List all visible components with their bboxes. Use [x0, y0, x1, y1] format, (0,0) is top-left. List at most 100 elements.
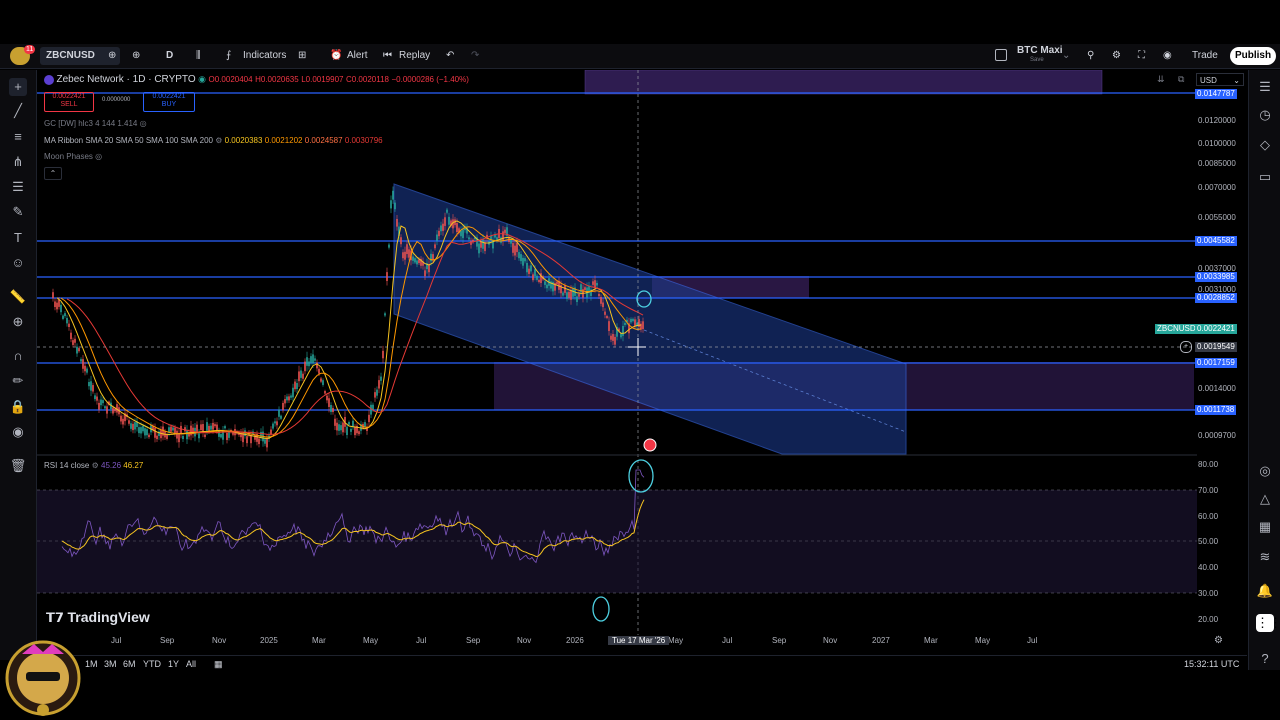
indicator-ma-ribbon[interactable]: MA Ribbon SMA 20 SMA 50 SMA 100 SMA 200 …	[44, 136, 383, 145]
notification-badge: 11	[24, 45, 36, 54]
publish-button[interactable]: Publish	[1230, 47, 1276, 65]
chevron-down-icon[interactable]: ⌄	[1062, 48, 1070, 64]
maximize-icon[interactable]: ⧉	[1178, 74, 1184, 85]
settings-icon[interactable]: ⚙	[215, 136, 222, 145]
fib-tool-icon[interactable]: ☰	[9, 178, 27, 196]
candle-body	[406, 244, 408, 255]
eye-icon[interactable]: ◎	[95, 152, 102, 161]
templates-icon[interactable]: ⊞	[298, 48, 306, 64]
ideas-icon[interactable]: △	[1256, 490, 1274, 508]
candle-body	[484, 242, 486, 252]
candle-body	[536, 275, 538, 280]
chart-canvas[interactable]	[37, 69, 1247, 655]
replay-button[interactable]: Replay	[399, 48, 430, 64]
watchlist-icon[interactable]: ☰	[1256, 78, 1274, 96]
buy-price: 0.0022421	[152, 93, 186, 100]
layout-icon[interactable]	[995, 49, 1007, 61]
event-marker-icon[interactable]	[643, 438, 657, 452]
crosshair-icon[interactable]: +	[9, 78, 27, 96]
eye-icon[interactable]: ◉	[9, 423, 27, 441]
rsi-axis-label: 20.00	[1198, 615, 1219, 624]
chart-type-icon[interactable]: ⫼	[196, 48, 201, 64]
candle-body	[572, 288, 574, 297]
range-all[interactable]: All	[186, 659, 196, 669]
range-ytd[interactable]: YTD	[143, 659, 161, 669]
eye-icon[interactable]: ◎	[140, 119, 147, 128]
replay-icon[interactable]: ⏮	[383, 48, 392, 64]
notifications-bell-icon[interactable]: 🔔	[1256, 582, 1274, 600]
settings-gear-icon[interactable]: ⚙	[1112, 48, 1121, 64]
text-tool-icon[interactable]: T	[9, 229, 27, 247]
draw-lock-icon[interactable]: ✏	[9, 372, 27, 390]
settings-icon[interactable]: ⚙	[92, 461, 99, 470]
trash-icon[interactable]: 🗑	[9, 457, 27, 475]
candle-body	[232, 432, 234, 435]
chart-legend: Zebec Network · 1D · CRYPTO ◉ O0.0020404…	[44, 74, 469, 87]
target-icon[interactable]: ◎	[1256, 462, 1274, 480]
chevron-down-icon: ⌄	[1233, 76, 1240, 85]
candle-body	[70, 332, 72, 340]
range-1m[interactable]: 1M	[85, 659, 98, 669]
range-1y[interactable]: 1Y	[168, 659, 179, 669]
rsi-legend[interactable]: RSI 14 close ⚙ 45.26 46.27	[44, 461, 143, 470]
alert-button[interactable]: Alert	[347, 48, 368, 64]
candle-body	[354, 427, 356, 436]
indicators-button[interactable]: Indicators	[243, 48, 286, 64]
indicator-moon-phases[interactable]: Moon Phases ◎	[44, 152, 102, 161]
candle-body	[314, 358, 316, 361]
timeframe-button[interactable]: D	[166, 48, 173, 64]
lock-icon[interactable]: 🔒	[9, 398, 27, 416]
quick-search-icon[interactable]: ⚲	[1087, 48, 1094, 64]
currency-value: USD	[1200, 76, 1217, 85]
candle-body	[576, 296, 578, 303]
range-6m[interactable]: 6M	[123, 659, 136, 669]
add-alert-icon[interactable]: +	[1180, 341, 1192, 353]
chart-pane[interactable]	[37, 69, 1247, 655]
axis-settings-gear-icon[interactable]: ⚙	[1214, 635, 1223, 646]
date-range-calendar-icon[interactable]: ▦	[214, 659, 223, 670]
alerts-clock-icon[interactable]: ◷	[1256, 106, 1274, 124]
crosshair-price-tag: 0.0019549	[1195, 342, 1237, 352]
zoom-in-icon[interactable]: ⊕	[9, 313, 27, 331]
undo-icon[interactable]: ↶	[446, 48, 454, 64]
trade-button[interactable]: Trade	[1192, 48, 1218, 64]
candle-body	[388, 244, 390, 248]
help-icon[interactable]: ?	[1256, 650, 1274, 668]
x-label: Sep	[160, 636, 175, 645]
ruler-icon[interactable]: 📏	[9, 288, 27, 306]
calendar-icon[interactable]: ▦	[1256, 518, 1274, 536]
add-symbol-icon[interactable]: ⊕	[108, 48, 116, 64]
pitchfork-icon[interactable]: ⋔	[9, 153, 27, 171]
y-label: 0.0014000	[1198, 384, 1236, 393]
redo-icon[interactable]: ↷	[471, 48, 479, 64]
tradingview-wordmark: TradingView	[67, 609, 150, 625]
apps-grid-icon[interactable]: ⋮⋮	[1256, 614, 1280, 632]
candle-body	[58, 299, 60, 307]
candle-body	[478, 243, 480, 254]
chat-icon[interactable]: ▭	[1256, 168, 1274, 186]
clock-time[interactable]: 15:32:11 UTC	[1184, 659, 1239, 669]
indicators-icon[interactable]: ⨍	[226, 48, 231, 64]
candle-body	[396, 218, 398, 227]
alert-icon[interactable]: ⏰	[330, 48, 342, 64]
brush-icon[interactable]: ✎	[9, 203, 27, 221]
emoji-icon[interactable]: ☺	[9, 254, 27, 272]
scroll-left-icon[interactable]: ⇊	[1157, 74, 1165, 85]
stream-icon[interactable]: ≋	[1256, 548, 1274, 566]
horizontal-lines-icon[interactable]: ≡	[9, 128, 27, 146]
camera-icon[interactable]: ◉	[1163, 48, 1172, 64]
compare-icon[interactable]: ⊕	[132, 48, 140, 64]
currency-select[interactable]: USD ⌄	[1196, 73, 1244, 86]
buy-button[interactable]: 0.0022421 BUY	[143, 92, 195, 112]
candle-body	[296, 383, 298, 390]
legend-title[interactable]: Zebec Network · 1D · CRYPTO	[57, 74, 196, 85]
sell-button[interactable]: 0.0022421 SELL	[44, 92, 94, 112]
candle-body	[60, 304, 62, 313]
trend-line-icon[interactable]: ╱	[9, 102, 27, 120]
magnet-icon[interactable]: ∩	[9, 347, 27, 365]
range-3m[interactable]: 3M	[104, 659, 117, 669]
fullscreen-icon[interactable]: ⛶	[1138, 48, 1145, 64]
layers-icon[interactable]: ◇	[1256, 136, 1274, 154]
indicator-gc[interactable]: GC [DW] hlc3 4 144 1.414 ◎	[44, 119, 147, 128]
collapse-legend-icon[interactable]: ⌃	[44, 167, 62, 180]
